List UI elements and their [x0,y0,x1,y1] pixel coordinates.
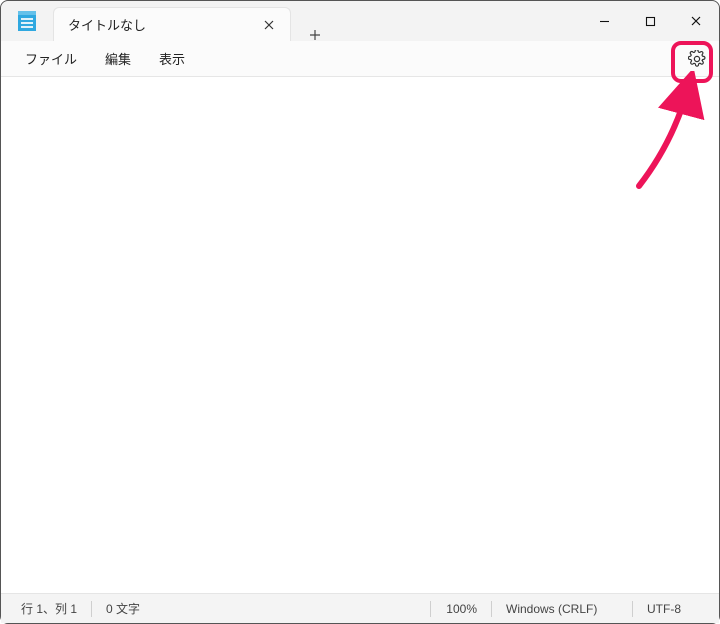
status-encoding: UTF-8 [633,594,713,623]
status-line-ending: Windows (CRLF) [492,594,632,623]
menu-view[interactable]: 表示 [147,43,197,74]
new-tab-button[interactable] [297,29,333,41]
status-bar: 行 1、列 1 0 文字 100% Windows (CRLF) UTF-8 [1,593,719,623]
settings-button[interactable] [681,43,713,75]
tab-active[interactable]: タイトルなし [53,7,291,41]
app-window: タイトルなし ファイル 編集 表示 [0,0,720,624]
app-icon-container [1,1,53,41]
gear-icon [688,50,706,68]
tab-close-button[interactable] [256,12,282,38]
plus-icon [309,29,321,41]
menu-edit[interactable]: 編集 [93,43,143,74]
maximize-button[interactable] [627,1,673,41]
tab-title: タイトルなし [68,15,248,34]
minimize-icon [599,16,610,27]
title-bar: タイトルなし [1,1,719,41]
close-icon [690,15,702,27]
close-icon [264,20,274,30]
menu-file[interactable]: ファイル [13,43,89,74]
menu-bar: ファイル 編集 表示 [1,41,719,77]
text-editor[interactable] [1,77,719,593]
tab-strip: タイトルなし [53,1,333,41]
status-zoom[interactable]: 100% [431,594,491,623]
minimize-button[interactable] [581,1,627,41]
window-controls [581,1,719,41]
status-cursor-position: 行 1、列 1 [7,594,91,623]
status-char-count: 0 文字 [92,594,162,623]
maximize-icon [645,16,656,27]
close-window-button[interactable] [673,1,719,41]
notepad-icon [18,11,36,31]
